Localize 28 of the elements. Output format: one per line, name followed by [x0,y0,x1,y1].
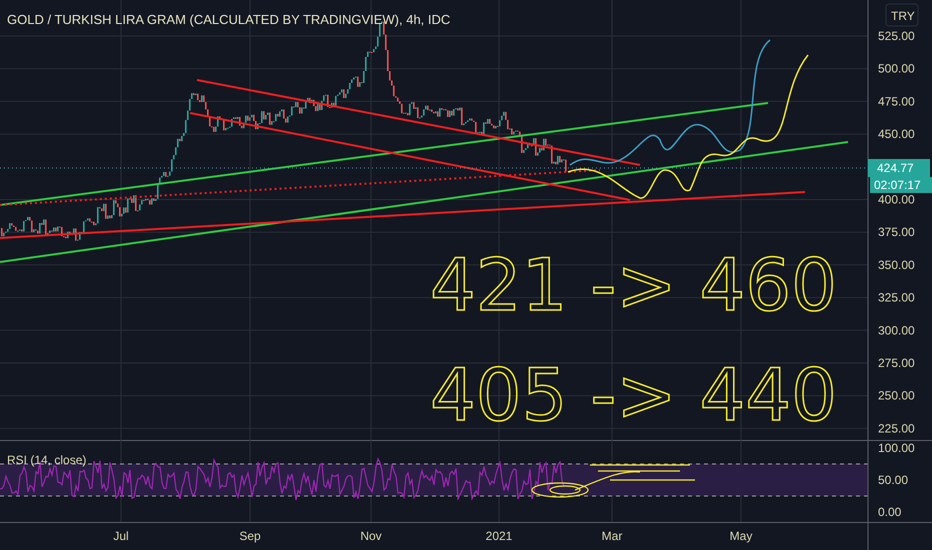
countdown-tag: 02:07:17 [870,177,932,193]
price-axis-label: 275.00 [878,356,915,370]
price-axis-label: 250.00 [878,388,915,403]
time-axis-label: Nov [360,529,382,543]
price-axis-label: 400.00 [878,192,915,206]
price-axis-label: 375.00 [878,225,915,240]
price-axis-label: 325.00 [878,290,915,305]
time-axis-label: Sep [239,529,261,543]
time-axis-label: Mar [602,529,622,543]
price-axis-label: 500.00 [878,62,915,76]
handwritten-note: 405 -> 440 [430,353,837,437]
time-axis-label: 2021 [486,529,512,543]
last-price-tag: 424.77 [868,159,930,177]
price-axis-label: 350.00 [878,258,915,272]
time-axis-label: May [730,529,752,543]
rsi-axis-label: 50.00 [878,473,908,487]
rsi-label: RSI (14, close) [7,453,86,467]
currency-badge[interactable]: TRY [886,4,918,26]
rsi-axis-label: 100.00 [878,441,915,455]
price-axis-label: 450.00 [878,127,915,142]
rsi-axis-label: 0.00 [878,505,902,519]
price-axis-label: 225.00 [878,421,915,436]
price-axis-label: 475.00 [878,94,915,108]
price-axis-label: 525.00 [878,29,915,43]
price-axis-label: 300.00 [878,323,915,338]
time-axis-label: Jul [113,529,129,543]
handwritten-note: 421 -> 460 [430,243,837,327]
chart-title: GOLD / TURKISH LIRA GRAM (CALCULATED BY TRADINGVIEW), 4h, IDC [7,12,450,27]
